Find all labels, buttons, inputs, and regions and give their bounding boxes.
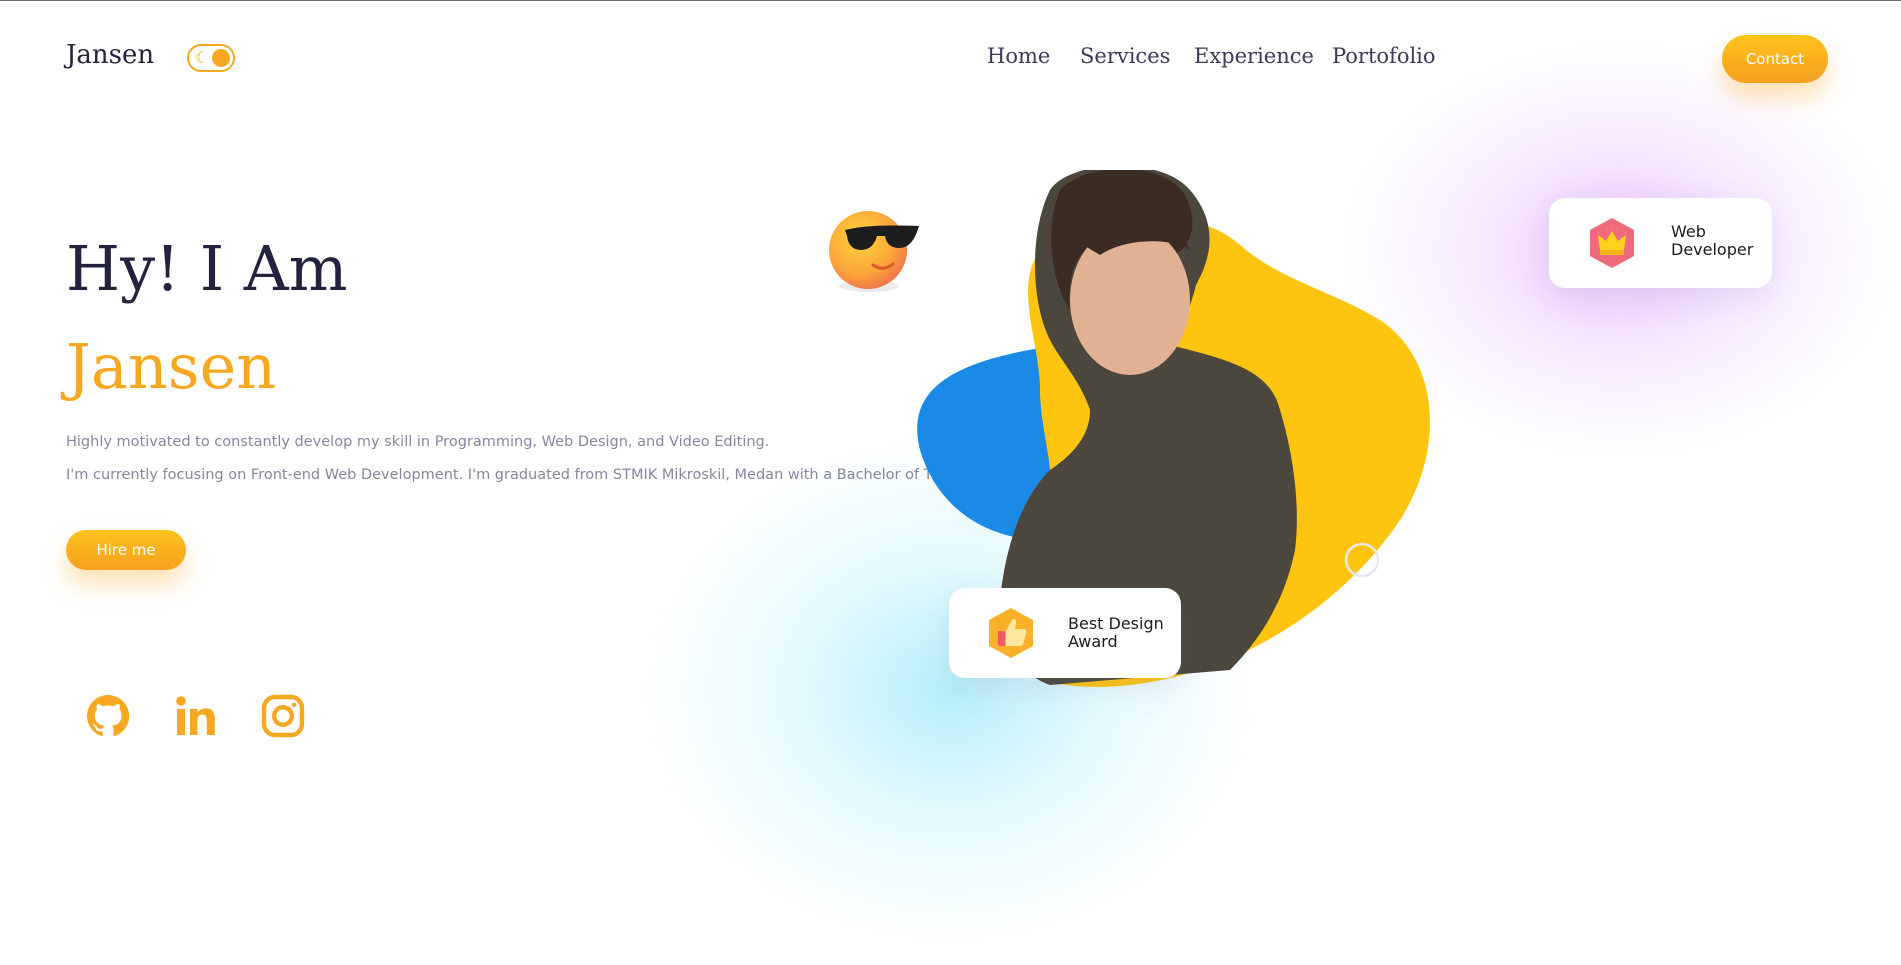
nav-services[interactable]: Services bbox=[1080, 44, 1170, 68]
linkedin-icon[interactable] bbox=[172, 692, 220, 742]
moon-icon: ☾ bbox=[195, 48, 210, 67]
toggle-knob bbox=[212, 49, 230, 67]
nav-home[interactable]: Home bbox=[987, 44, 1050, 68]
site-logo[interactable]: Jansen bbox=[66, 40, 154, 70]
hero-greeting: Hy! I Am bbox=[66, 232, 348, 305]
contact-button[interactable]: Contact bbox=[1722, 35, 1828, 83]
badge-label: Developer bbox=[1671, 240, 1754, 259]
crown-icon bbox=[1585, 216, 1639, 270]
hire-me-button[interactable]: Hire me bbox=[66, 530, 186, 570]
nav-portofolio[interactable]: Portofolio bbox=[1332, 44, 1436, 68]
theme-toggle[interactable]: ☾ bbox=[187, 44, 235, 72]
best-design-award-badge: Best Design Award bbox=[949, 588, 1181, 678]
hero-description-line: I'm currently focusing on Front-end Web … bbox=[66, 467, 1040, 483]
github-icon[interactable] bbox=[84, 692, 132, 742]
hero-name: Jansen bbox=[66, 330, 277, 403]
badge-label: Web bbox=[1671, 222, 1706, 241]
hero-description-line: Highly motivated to constantly develop m… bbox=[66, 434, 770, 450]
nav-experience[interactable]: Experience bbox=[1194, 44, 1314, 68]
thumbs-up-icon bbox=[984, 606, 1038, 660]
web-developer-badge: Web Developer bbox=[1549, 198, 1772, 288]
badge-label: Award bbox=[1068, 632, 1118, 651]
instagram-icon[interactable] bbox=[259, 692, 307, 742]
top-border bbox=[0, 0, 1901, 1]
badge-label: Best Design bbox=[1068, 614, 1164, 633]
